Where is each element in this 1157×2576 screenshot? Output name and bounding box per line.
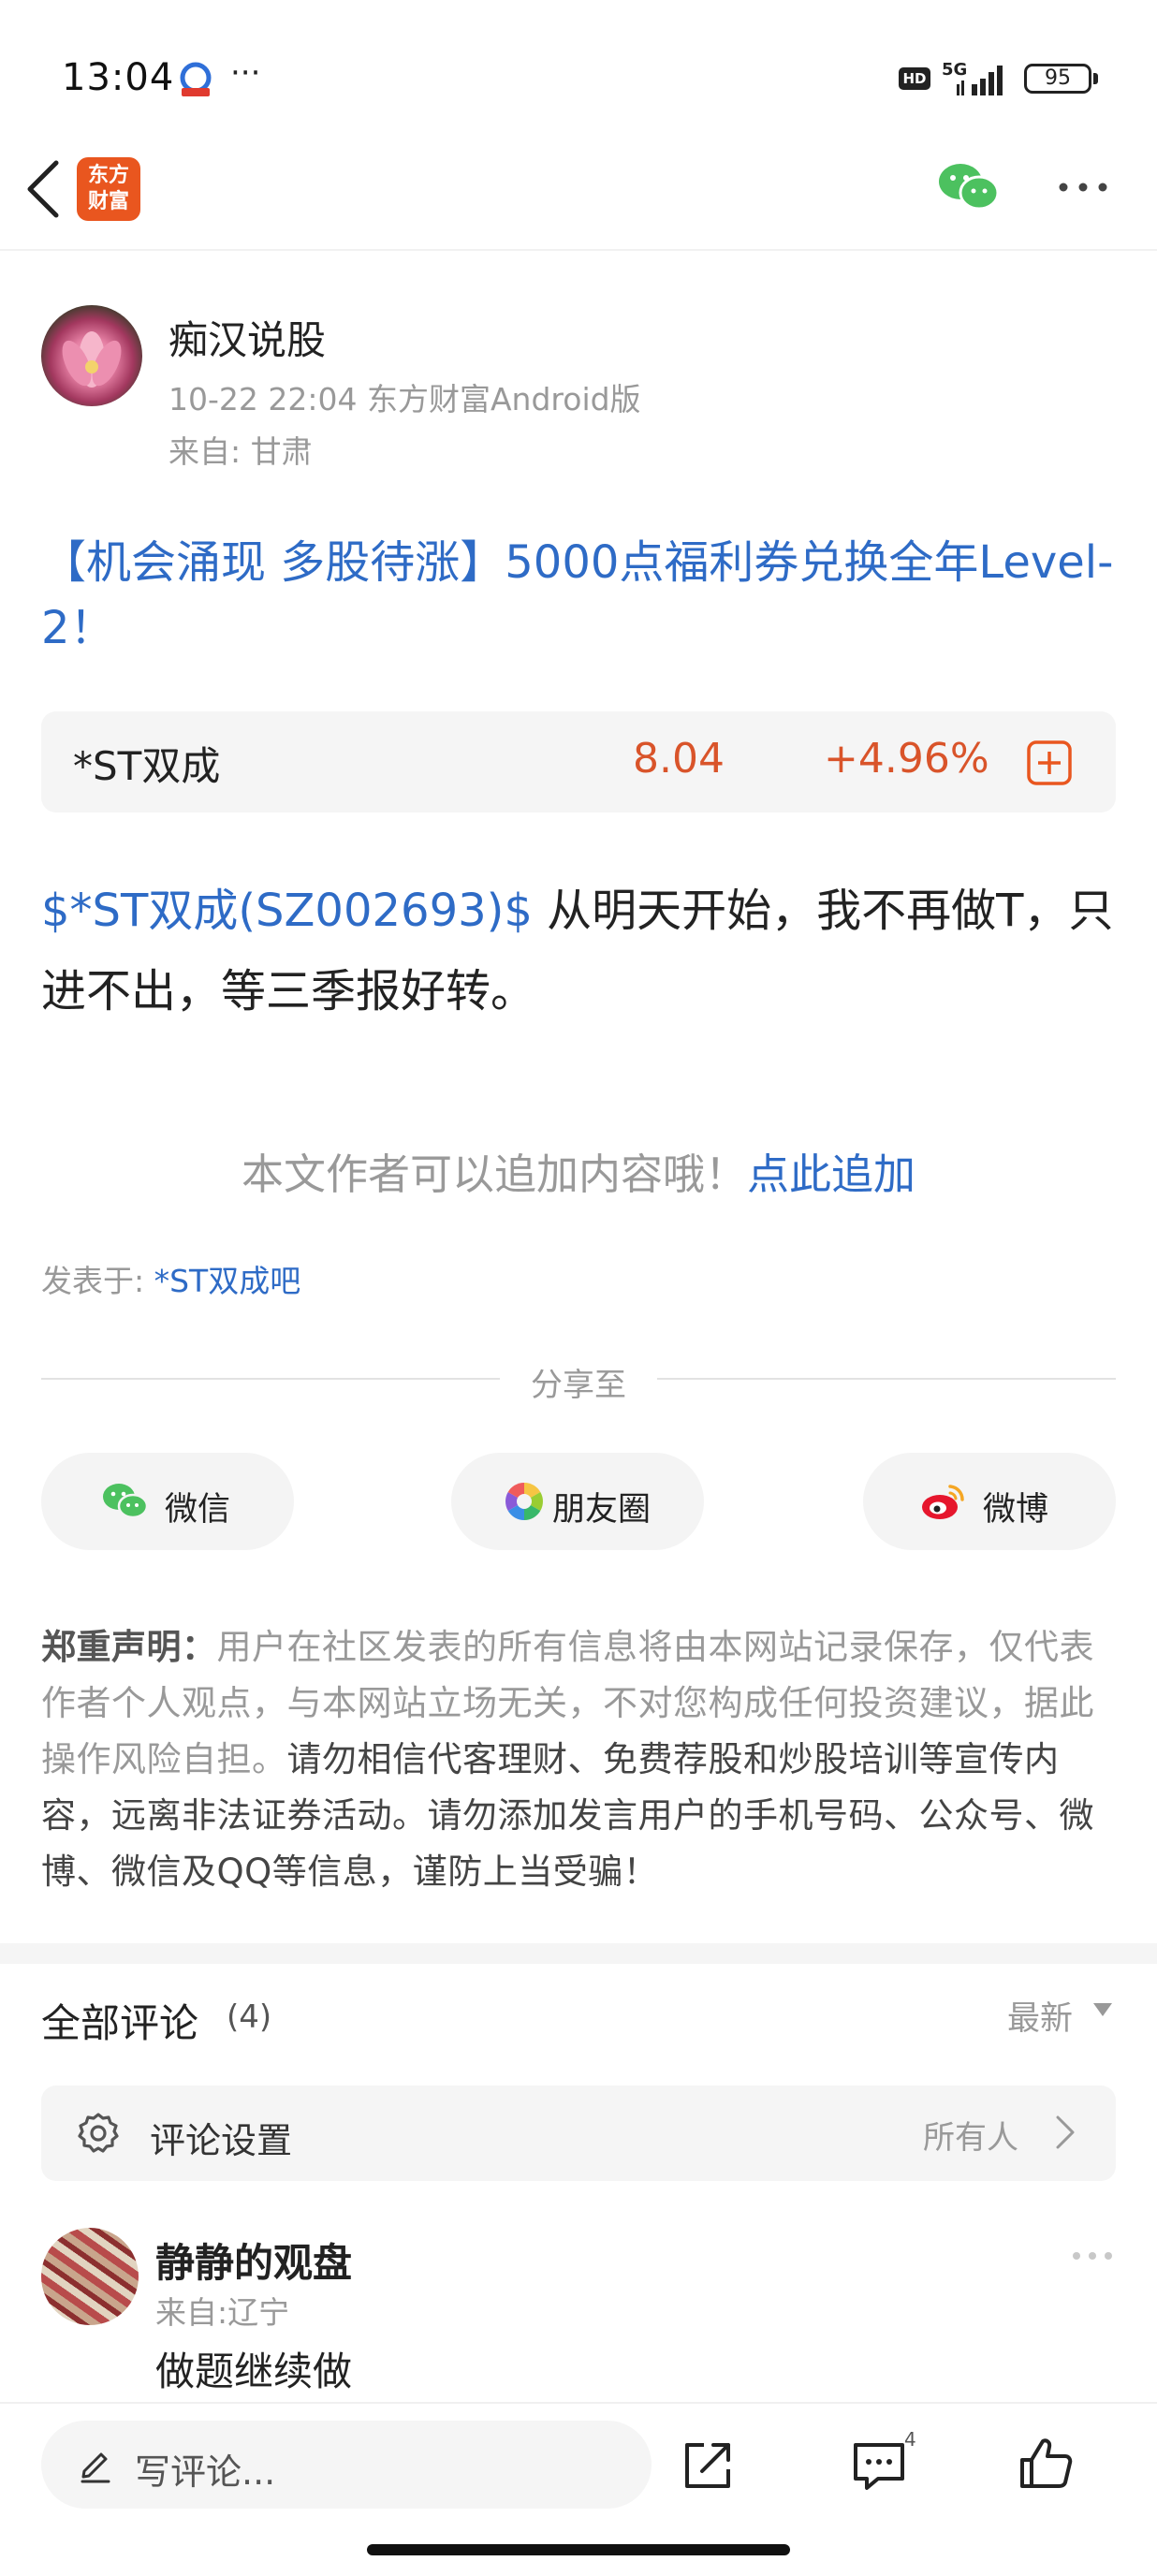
post-title-link[interactable]: 【机会涌现 多股待涨】5000点福利券兑换全年Level-2！ (41, 530, 1118, 661)
author-avatar[interactable] (41, 305, 142, 406)
share-out-icon[interactable] (680, 2437, 736, 2494)
commenter-avatar[interactable] (41, 2228, 139, 2325)
share-weibo-label: 微博 (983, 1491, 1049, 1529)
disclaimer: 郑重声明：用户在社区发表的所有信息将由本网站记录保存，仅代表作者个人观点，与本网… (41, 1619, 1118, 1900)
append-content-prompt: 本文作者可以追加内容哦！点此追加 (0, 1140, 1157, 1201)
share-divider-right (657, 1378, 1116, 1380)
comment-count-badge: 4 (904, 2428, 916, 2451)
logo-line-1: 东方 (87, 164, 129, 187)
append-content-link[interactable]: 点此追加 (747, 1149, 915, 1199)
nav-divider (0, 249, 1157, 251)
stock-tag-link[interactable]: $*ST双成(SZ002693)$ (41, 885, 533, 937)
section-divider (0, 1943, 1157, 1964)
commenter-name[interactable]: 静静的观盘 (155, 2232, 352, 2289)
moments-icon (505, 1483, 543, 1520)
stock-price: 8.04 (633, 735, 725, 783)
share-moments-label: 朋友圈 (552, 1491, 652, 1529)
posted-in-label: 发表于: (41, 1263, 154, 1299)
post-body: $*ST双成(SZ002693)$ 从明天开始，我不再做T，只进不出，等三季报好… (41, 871, 1118, 1032)
pencil-icon (81, 2452, 110, 2483)
comment-bubble-icon[interactable] (850, 2437, 908, 2494)
status-time: 13:04 (62, 56, 175, 99)
app-notification-icon (180, 62, 212, 96)
battery-indicator: 95 (1024, 64, 1091, 94)
back-chevron-icon[interactable] (17, 152, 73, 227)
stock-change: +4.96% (824, 735, 989, 783)
app-logo: 东方 财富 (77, 157, 140, 221)
chevron-right-icon (1056, 2115, 1075, 2149)
comment-text: 做题继续做 (155, 2349, 353, 2394)
write-comment-placeholder[interactable]: 写评论... (135, 2443, 275, 2495)
hd-badge: HD (899, 67, 930, 90)
more-icon[interactable] (1054, 168, 1112, 206)
stock-name: *ST双成 (73, 743, 221, 789)
post-meta: 10-22 22:04 东方财富Android版 (168, 381, 641, 417)
wechat-icon (103, 1484, 149, 1519)
gear-icon (78, 2113, 119, 2153)
posted-in: 发表于: *ST双成吧 (41, 1256, 300, 1301)
home-indicator[interactable] (367, 2544, 790, 2555)
stock-bar-link[interactable]: *ST双成吧 (154, 1263, 301, 1299)
weibo-icon (922, 1485, 964, 1519)
status-more-dots: ··· (230, 54, 261, 92)
author-location: 来自: 甘肃 (168, 433, 313, 470)
lotus-image-icon (62, 331, 122, 388)
write-comment-input[interactable] (41, 2421, 652, 2509)
add-watchlist-icon[interactable] (1026, 739, 1073, 786)
commenter-location: 来自:辽宁 (155, 2294, 290, 2331)
comment-more-icon[interactable] (1069, 2247, 1116, 2265)
author-name[interactable]: 痴汉说股 (168, 309, 326, 366)
comments-title: 全部评论 (41, 2000, 199, 2046)
comment-settings-label: 评论设置 (150, 2120, 293, 2161)
append-prompt-text: 本文作者可以追加内容哦！ (241, 1149, 747, 1199)
wechat-icon[interactable] (936, 159, 1002, 215)
logo-line-2: 财富 (87, 190, 129, 213)
share-label: 分享至 (531, 1367, 626, 1404)
signal-icon (957, 66, 1003, 95)
sort-arrow-icon[interactable] (1093, 2003, 1112, 2016)
disclaimer-heading: 郑重声明： (41, 1627, 217, 1667)
battery-tip (1093, 73, 1098, 84)
thumbs-up-icon[interactable] (1017, 2434, 1075, 2492)
share-divider-left (41, 1378, 500, 1380)
comment-settings-value: 所有人 (923, 2119, 1018, 2157)
comments-count: (4) (227, 1998, 272, 2036)
share-wechat-label: 微信 (165, 1491, 231, 1529)
sort-dropdown[interactable]: 最新 (1007, 1992, 1073, 2040)
